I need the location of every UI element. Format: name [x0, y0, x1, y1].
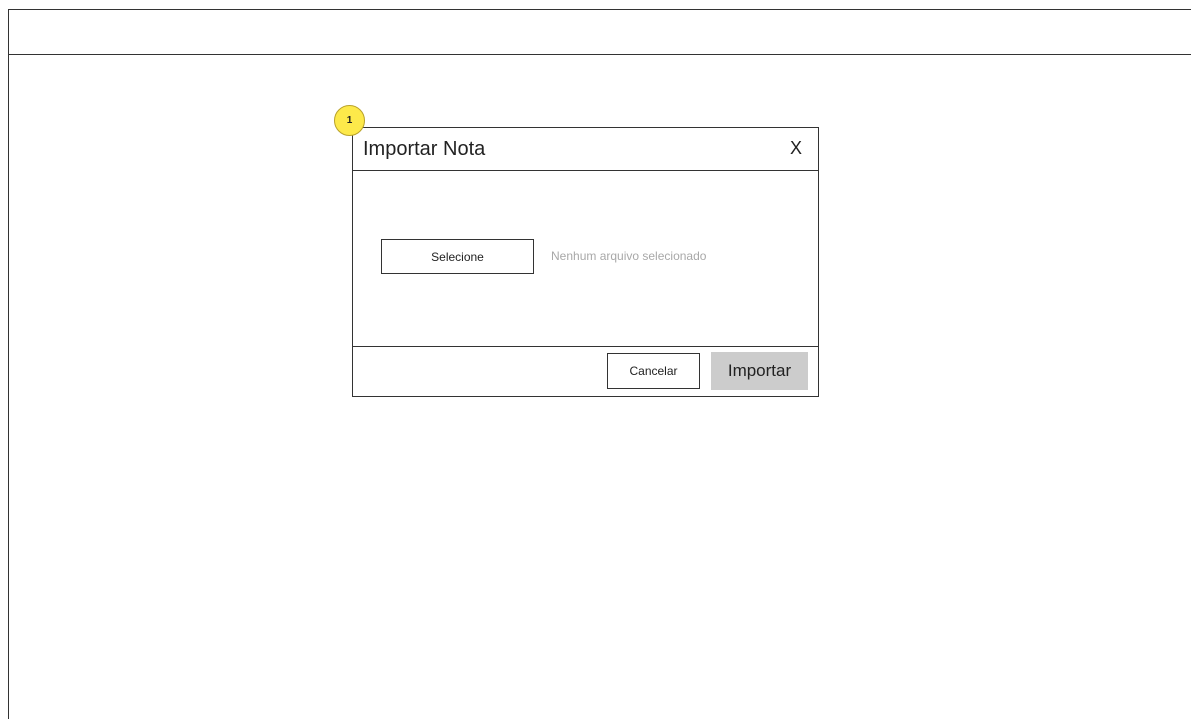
- dialog-footer: Cancelar Importar: [353, 346, 818, 397]
- annotation-badge: 1: [334, 105, 365, 136]
- cancel-button[interactable]: Cancelar: [607, 353, 700, 389]
- top-header-bar: [9, 10, 1191, 55]
- import-button[interactable]: Importar: [711, 352, 808, 390]
- import-note-dialog: Importar Nota X Selecione Nenhum arquivo…: [352, 127, 819, 397]
- select-file-button[interactable]: Selecione: [381, 239, 534, 274]
- file-status-text: Nenhum arquivo selecionado: [551, 249, 707, 263]
- dialog-header: Importar Nota X: [353, 128, 818, 171]
- close-button[interactable]: X: [790, 139, 802, 157]
- dialog-body: Selecione Nenhum arquivo selecionado: [353, 171, 818, 346]
- dialog-title: Importar Nota: [363, 138, 486, 160]
